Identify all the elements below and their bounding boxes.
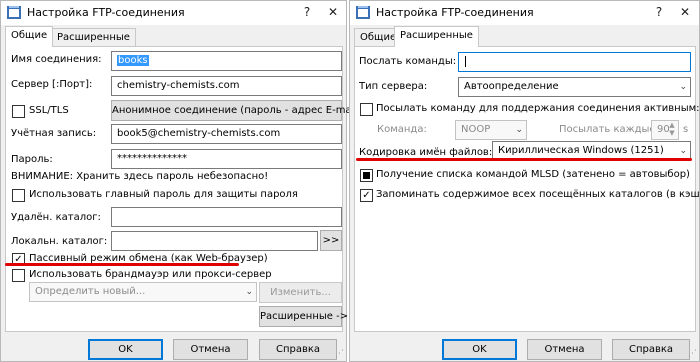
host-name-input[interactable]: books — [111, 51, 342, 71]
send-command-input[interactable] — [458, 52, 691, 72]
window-title: Настройка FTP-соединения — [27, 6, 185, 19]
keepalive-checkbox[interactable] — [360, 103, 373, 116]
advanced-panel: Послать команды: Тип сервера: Автоопреде… — [354, 46, 700, 332]
warning-text: ВНИМАНИЕ: Хранить здесь пароль небезопас… — [11, 171, 269, 182]
chevron-down-icon: ⌄ — [515, 125, 523, 135]
remote-dir-input[interactable] — [111, 207, 342, 227]
password-input[interactable]: ************** — [111, 149, 342, 169]
firewall-checkbox[interactable] — [12, 269, 25, 282]
close-icon[interactable]: ✕ — [674, 3, 696, 21]
close-icon[interactable]: ✕ — [322, 3, 344, 21]
change-button[interactable]: Изменить... — [259, 282, 342, 303]
password-label: Пароль: — [11, 154, 53, 165]
tab-general[interactable]: Общие — [5, 26, 54, 47]
interval-label: Посылать каждые: — [559, 124, 659, 135]
spinner-arrows-icon[interactable]: ▲ ▼ — [666, 121, 678, 139]
help-button[interactable]: Справка — [259, 339, 337, 360]
host-name-label: Имя соединения: — [11, 54, 102, 65]
general-panel: Имя соединения: books Сервер [:Порт]: ch… — [5, 46, 361, 332]
cache-dirs-label: Запоминать содержимое всех посещённых ка… — [376, 189, 700, 200]
command-label: Команда: — [377, 124, 427, 135]
resize-grip-icon[interactable]: ⋰ — [688, 349, 697, 359]
app-icon — [356, 6, 370, 19]
master-password-label: Использовать главный пароль для защиты п… — [29, 189, 298, 200]
local-dir-label: Локальн. каталог: — [11, 236, 108, 247]
interval-unit: s — [683, 124, 689, 135]
title-bar[interactable]: Настройка FTP-соединения ? ✕ — [350, 1, 699, 25]
cache-dirs-checkbox[interactable] — [360, 189, 373, 202]
help-button[interactable]: Справка — [612, 339, 690, 360]
tab-advanced[interactable]: Расширенные — [51, 28, 136, 47]
firewall-select-value: Определить новый... — [35, 286, 146, 297]
mlsd-checkbox[interactable] — [360, 169, 373, 182]
ftp-settings-window-advanced: Настройка FTP-соединения ? ✕ Общие Расши… — [349, 0, 700, 362]
ok-button[interactable]: OK — [442, 339, 517, 360]
account-input[interactable]: book5@chemistry-chemists.com — [111, 124, 342, 144]
keepalive-label: Посылать команду для поддержания соедине… — [376, 103, 700, 114]
host-name-value: books — [117, 55, 149, 66]
firewall-select[interactable]: Определить новый... ⌄ — [29, 282, 257, 302]
server-type-select[interactable]: Автоопределение ⌄ — [458, 77, 691, 97]
ssl-label: SSL/TLS — [29, 105, 69, 116]
resize-grip-icon[interactable]: ⋰ — [335, 349, 344, 359]
server-type-label: Тип сервера: — [359, 81, 428, 92]
server-label: Сервер [:Порт]: — [11, 79, 93, 90]
command-value: NOOP — [461, 124, 491, 135]
firewall-label: Использовать брандмауэр или прокси-серве… — [29, 269, 272, 280]
interval-input[interactable]: 90 ▲ ▼ — [651, 120, 679, 140]
account-label: Учётная запись: — [11, 128, 97, 139]
remote-dir-label: Удалён. каталог: — [11, 212, 101, 223]
help-icon[interactable]: ? — [648, 3, 670, 21]
server-input[interactable]: chemistry-chemists.com — [111, 76, 342, 96]
send-command-label: Послать команды: — [359, 56, 457, 67]
window-title: Настройка FTP-соединения — [376, 6, 534, 19]
server-type-value: Автоопределение — [464, 81, 559, 92]
chevron-down-icon: ⌄ — [679, 82, 687, 92]
title-bar[interactable]: Настройка FTP-соединения ? ✕ — [1, 1, 346, 25]
text-cursor — [465, 56, 470, 67]
cancel-button[interactable]: Отмена — [173, 339, 248, 360]
master-password-checkbox[interactable] — [12, 189, 25, 202]
annotation-underline — [5, 263, 239, 266]
help-icon[interactable]: ? — [296, 3, 318, 21]
annotation-underline — [356, 158, 692, 161]
advanced-button[interactable]: Расширенные -> — [259, 306, 348, 327]
browse-button[interactable]: >> — [320, 230, 342, 251]
app-icon — [7, 6, 21, 19]
ssl-checkbox[interactable] — [12, 105, 25, 118]
tab-advanced[interactable]: Расширенные — [394, 26, 479, 47]
mlsd-label: Получение списка командой MLSD (затенено… — [376, 169, 690, 180]
command-select[interactable]: NOOP ⌄ — [455, 120, 527, 140]
ftp-settings-window-general: Настройка FTP-соединения ? ✕ Общие Расши… — [0, 0, 361, 362]
ok-button[interactable]: OK — [88, 339, 163, 360]
chevron-down-icon: ⌄ — [245, 287, 253, 297]
anonymous-button[interactable]: Анонимное соединение (пароль - адрес E-m… — [111, 100, 361, 121]
encoding-value: Кириллическая Windows (1251) — [498, 145, 664, 156]
encoding-label: Кодировка имён файлов: — [359, 147, 493, 158]
cancel-button[interactable]: Отмена — [527, 339, 602, 360]
local-dir-input[interactable] — [111, 231, 318, 251]
